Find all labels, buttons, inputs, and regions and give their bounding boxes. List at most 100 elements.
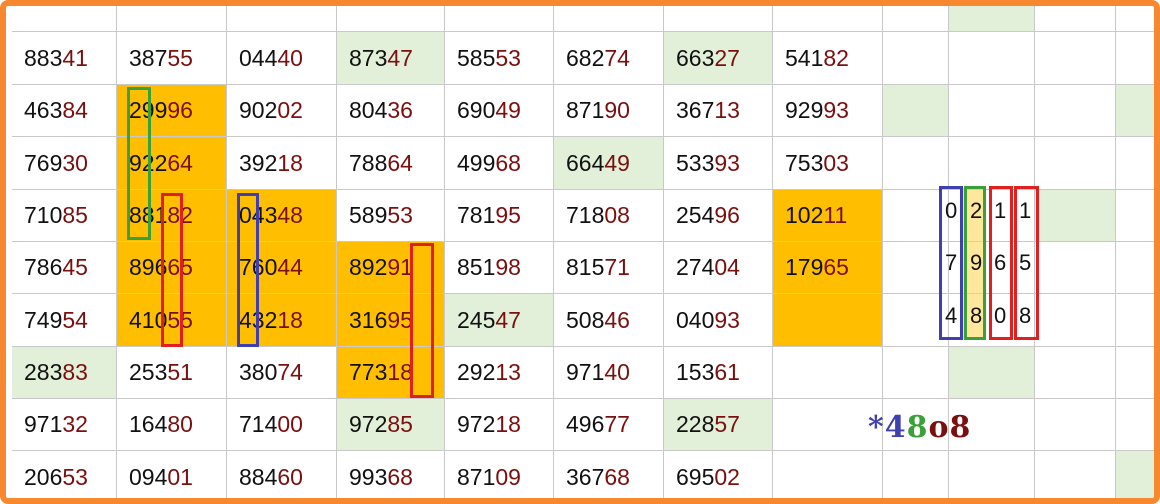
grid-cell[interactable]: 804 36 bbox=[337, 85, 445, 137]
grid-cell-partial[interactable] bbox=[1035, 6, 1116, 32]
grid-cell[interactable] bbox=[949, 347, 1035, 399]
grid-cell[interactable]: 508 46 bbox=[554, 294, 664, 347]
grid-cell[interactable]: 253 51 bbox=[117, 347, 227, 399]
grid-cell[interactable]: 228 57 bbox=[664, 399, 773, 451]
grid-cell[interactable]: 299 96 bbox=[117, 85, 227, 137]
grid-cell-partial[interactable] bbox=[227, 6, 337, 32]
grid-cell[interactable]: 718 08 bbox=[554, 190, 664, 242]
grid-cell[interactable]: 274 04 bbox=[664, 242, 773, 294]
grid-cell[interactable]: 710 85 bbox=[12, 190, 117, 242]
grid-cell-partial[interactable] bbox=[773, 6, 883, 32]
grid-cell[interactable]: 164 80 bbox=[117, 399, 227, 451]
grid-cell[interactable]: 245 47 bbox=[445, 294, 554, 347]
grid-cell[interactable] bbox=[883, 294, 949, 347]
grid-cell[interactable]: 749 54 bbox=[12, 294, 117, 347]
grid-cell-partial[interactable] bbox=[1116, 6, 1154, 32]
grid-cell-partial[interactable] bbox=[117, 6, 227, 32]
grid-cell[interactable] bbox=[1035, 32, 1116, 85]
grid-cell[interactable]: 695 02 bbox=[664, 451, 773, 498]
grid-cell[interactable]: 589 53 bbox=[337, 190, 445, 242]
grid-cell[interactable]: 292 13 bbox=[445, 347, 554, 399]
grid-cell[interactable] bbox=[1035, 294, 1116, 347]
grid-cell[interactable]: 773 18 bbox=[337, 347, 445, 399]
grid-cell[interactable] bbox=[1035, 137, 1116, 190]
grid-cell[interactable]: 533 93 bbox=[664, 137, 773, 190]
grid-cell[interactable]: 881 82 bbox=[117, 190, 227, 242]
grid-cell[interactable]: 043 48 bbox=[227, 190, 337, 242]
grid-cell[interactable] bbox=[773, 347, 883, 399]
grid-cell[interactable]: 387 55 bbox=[117, 32, 227, 85]
grid-cell[interactable]: 463 84 bbox=[12, 85, 117, 137]
grid-cell[interactable]: 714 00 bbox=[227, 399, 337, 451]
grid-cell[interactable] bbox=[883, 137, 949, 190]
grid-cell[interactable] bbox=[1116, 399, 1154, 451]
grid-cell[interactable]: 380 74 bbox=[227, 347, 337, 399]
grid-cell[interactable]: 541 82 bbox=[773, 32, 883, 85]
grid-cell[interactable]: 094 01 bbox=[117, 451, 227, 498]
grid-cell[interactable] bbox=[883, 85, 949, 137]
grid-cell[interactable] bbox=[883, 347, 949, 399]
grid-cell[interactable] bbox=[1035, 85, 1116, 137]
grid-cell-partial[interactable] bbox=[554, 6, 664, 32]
grid-cell[interactable]: 367 13 bbox=[664, 85, 773, 137]
grid-cell[interactable]: 432 18 bbox=[227, 294, 337, 347]
grid-cell[interactable]: 254 96 bbox=[664, 190, 773, 242]
grid-cell[interactable]: 682 74 bbox=[554, 32, 664, 85]
grid-cell-partial[interactable] bbox=[12, 6, 117, 32]
grid-cell[interactable] bbox=[773, 399, 883, 451]
grid-cell[interactable] bbox=[1116, 451, 1154, 498]
grid-cell-partial[interactable] bbox=[883, 6, 949, 32]
grid-cell[interactable]: 786 45 bbox=[12, 242, 117, 294]
grid-cell[interactable]: 753 03 bbox=[773, 137, 883, 190]
grid-cell[interactable]: 922 64 bbox=[117, 137, 227, 190]
grid-cell[interactable]: 815 71 bbox=[554, 242, 664, 294]
grid-cell[interactable] bbox=[1035, 399, 1116, 451]
grid-cell[interactable]: 044 40 bbox=[227, 32, 337, 85]
grid-cell[interactable]: 367 68 bbox=[554, 451, 664, 498]
grid-cell[interactable]: 871 90 bbox=[554, 85, 664, 137]
grid-cell[interactable]: 873 47 bbox=[337, 32, 445, 85]
grid-cell[interactable]: 896 65 bbox=[117, 242, 227, 294]
grid-cell[interactable]: 496 77 bbox=[554, 399, 664, 451]
grid-cell[interactable]: 760 44 bbox=[227, 242, 337, 294]
grid-cell[interactable]: 769 30 bbox=[12, 137, 117, 190]
grid-cell-partial[interactable] bbox=[949, 6, 1035, 32]
grid-cell[interactable] bbox=[773, 451, 883, 498]
grid-cell[interactable]: 788 64 bbox=[337, 137, 445, 190]
grid-cell[interactable] bbox=[883, 190, 949, 242]
grid-cell[interactable]: 972 18 bbox=[445, 399, 554, 451]
grid-cell[interactable] bbox=[1035, 190, 1116, 242]
grid-cell[interactable]: 206 53 bbox=[12, 451, 117, 498]
grid-cell[interactable]: 153 61 bbox=[664, 347, 773, 399]
grid-cell[interactable] bbox=[1116, 85, 1154, 137]
grid-cell[interactable] bbox=[883, 242, 949, 294]
grid-cell[interactable] bbox=[1035, 242, 1116, 294]
grid-cell-partial[interactable] bbox=[445, 6, 554, 32]
grid-cell[interactable] bbox=[773, 294, 883, 347]
grid-cell[interactable]: 316 95 bbox=[337, 294, 445, 347]
grid-cell[interactable] bbox=[949, 137, 1035, 190]
grid-cell[interactable] bbox=[1035, 451, 1116, 498]
grid-cell[interactable]: 663 27 bbox=[664, 32, 773, 85]
grid-cell[interactable]: 902 02 bbox=[227, 85, 337, 137]
grid-cell-partial[interactable] bbox=[664, 6, 773, 32]
grid-cell-partial[interactable] bbox=[337, 6, 445, 32]
grid-cell[interactable]: 283 83 bbox=[12, 347, 117, 399]
grid-cell[interactable]: 040 93 bbox=[664, 294, 773, 347]
grid-cell[interactable]: 781 95 bbox=[445, 190, 554, 242]
grid-cell[interactable]: 664 49 bbox=[554, 137, 664, 190]
grid-cell[interactable] bbox=[1116, 137, 1154, 190]
grid-cell[interactable] bbox=[949, 85, 1035, 137]
grid-cell[interactable] bbox=[949, 32, 1035, 85]
grid-cell[interactable]: 883 41 bbox=[12, 32, 117, 85]
grid-cell[interactable]: 410 55 bbox=[117, 294, 227, 347]
grid-cell[interactable] bbox=[883, 451, 949, 498]
grid-cell[interactable] bbox=[1116, 32, 1154, 85]
grid-cell[interactable]: 971 40 bbox=[554, 347, 664, 399]
grid-cell[interactable]: 690 49 bbox=[445, 85, 554, 137]
grid-cell[interactable]: 851 98 bbox=[445, 242, 554, 294]
grid-cell[interactable]: 585 53 bbox=[445, 32, 554, 85]
grid-cell[interactable] bbox=[883, 32, 949, 85]
grid-cell[interactable] bbox=[1116, 242, 1154, 294]
grid-cell[interactable] bbox=[1116, 190, 1154, 242]
